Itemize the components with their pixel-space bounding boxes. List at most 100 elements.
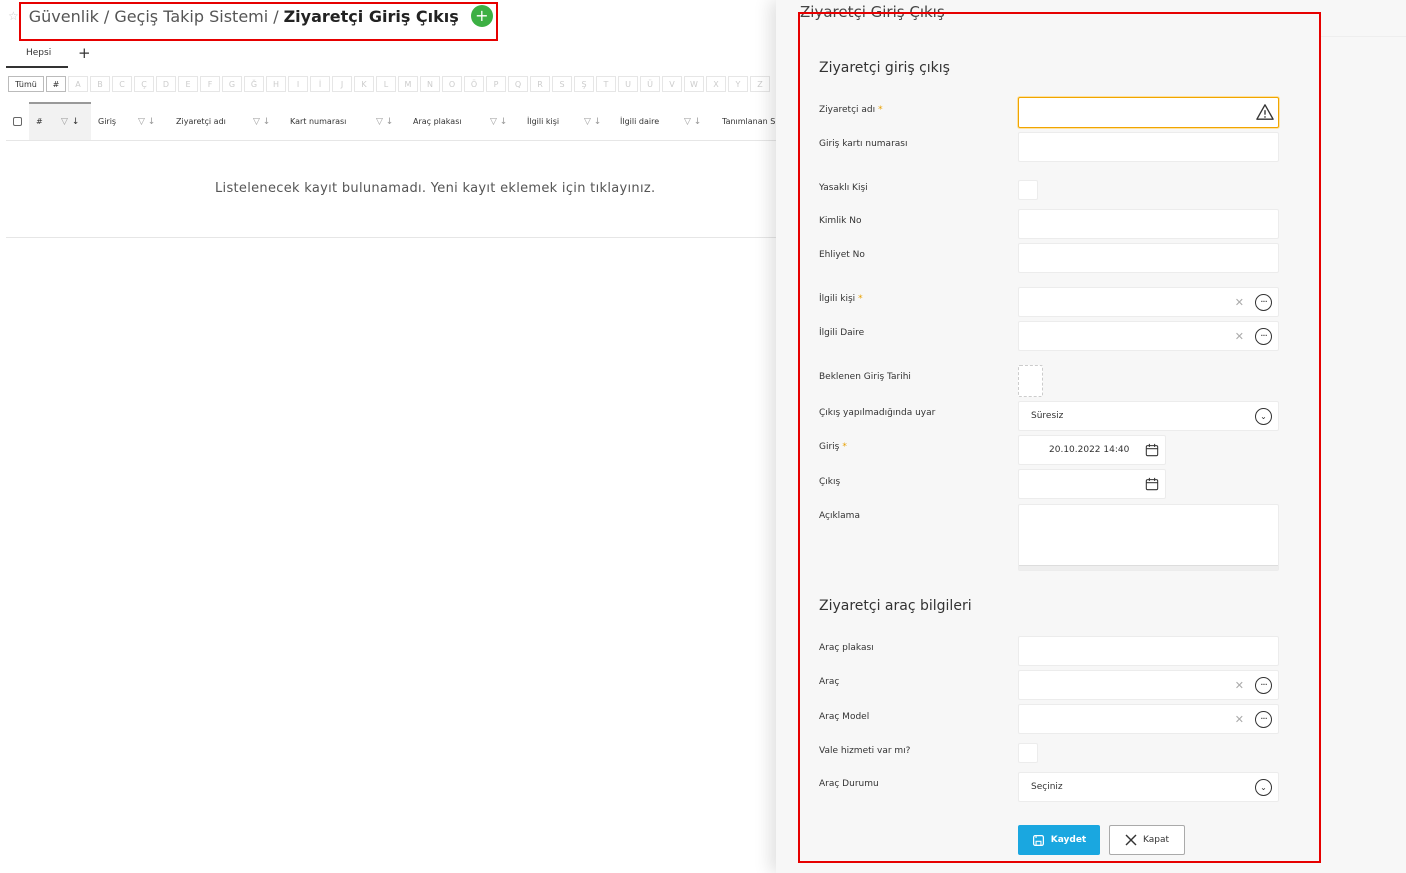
alphabet-filter-item[interactable]: O — [442, 76, 462, 92]
required-mark: * — [842, 442, 847, 452]
label-license-no: Ehliyet No — [819, 250, 865, 260]
exit-datetime-input[interactable] — [1018, 469, 1166, 499]
alphabet-filter-item[interactable]: H — [266, 76, 286, 92]
resize-handle[interactable] — [1019, 565, 1278, 570]
alphabet-filter-item[interactable]: G — [222, 76, 242, 92]
alphabet-filter-item[interactable]: C — [112, 76, 132, 92]
id-no-input[interactable] — [1018, 209, 1279, 239]
plate-input[interactable] — [1018, 636, 1279, 666]
close-icon — [1125, 834, 1137, 846]
alphabet-filter-item[interactable]: X — [706, 76, 726, 92]
add-tab-button[interactable]: + — [78, 44, 91, 62]
filter-icon[interactable]: ▽ ↓ — [684, 102, 705, 140]
alphabet-filter-item[interactable]: Ş — [574, 76, 594, 92]
alphabet-filter-item[interactable]: S — [552, 76, 572, 92]
clear-icon[interactable]: ✕ — [1235, 679, 1244, 692]
sort-filter-icons[interactable]: ▽ ↓ — [61, 102, 79, 140]
filter-icon[interactable]: ▽ ↓ — [253, 102, 274, 140]
calendar-icon[interactable] — [1145, 477, 1159, 491]
alphabet-filter-item[interactable]: P — [486, 76, 506, 92]
empty-list-message[interactable]: Listelenecek kayıt bulunamadı. Yeni kayı… — [215, 181, 655, 196]
valet-checkbox[interactable] — [1018, 743, 1038, 763]
close-button[interactable]: Kapat — [1109, 825, 1185, 855]
alphabet-filter-item[interactable]: F — [200, 76, 220, 92]
filter-icon[interactable]: ▽ ↓ — [490, 102, 511, 140]
banned-checkbox[interactable] — [1018, 180, 1038, 200]
star-icon[interactable]: ☆ — [8, 9, 19, 23]
alphabet-filter-item[interactable]: I — [288, 76, 308, 92]
breadcrumb-access-tracking[interactable]: Geçiş Takip Sistemi — [114, 7, 268, 26]
label-vehicle-status: Araç Durumu — [819, 779, 879, 789]
vehicle-status-select[interactable]: Seçiniz ⌄ — [1018, 772, 1279, 802]
filter-icon[interactable]: ▽ ↓ — [376, 102, 397, 140]
alphabet-filter-item[interactable]: M — [398, 76, 418, 92]
alphabet-filter-item[interactable]: Tümü — [8, 76, 44, 92]
add-record-button[interactable]: + — [470, 5, 493, 27]
alphabet-filter-item[interactable]: Ü — [640, 76, 660, 92]
alphabet-filter-item[interactable]: Z — [750, 76, 770, 92]
related-unit-lookup[interactable]: ✕ ··· — [1018, 321, 1279, 351]
column-header[interactable]: Kart numarası — [290, 102, 346, 140]
column-header[interactable]: Araç plakası — [413, 102, 462, 140]
card-number-input[interactable] — [1018, 132, 1279, 162]
more-options-icon[interactable]: ··· — [1255, 677, 1272, 694]
description-textarea[interactable] — [1018, 504, 1279, 571]
required-mark: * — [878, 105, 883, 115]
select-all-checkbox[interactable] — [13, 116, 22, 126]
alphabet-filter-item[interactable]: Ğ — [244, 76, 264, 92]
alphabet-filter-item[interactable]: L — [376, 76, 396, 92]
calendar-icon[interactable] — [1145, 443, 1159, 457]
chevron-down-icon[interactable]: ⌄ — [1255, 779, 1272, 796]
warn-no-exit-select[interactable]: Süresiz ⌄ — [1018, 401, 1279, 431]
alphabet-filter-item[interactable]: D — [156, 76, 176, 92]
more-options-icon[interactable]: ··· — [1255, 328, 1272, 345]
chevron-down-icon[interactable]: ⌄ — [1255, 408, 1272, 425]
alphabet-filter-item[interactable]: B — [90, 76, 110, 92]
filter-icon[interactable]: ▽ ↓ — [138, 102, 159, 140]
breadcrumb-security[interactable]: Güvenlik — [29, 7, 99, 26]
alphabet-filter-item[interactable]: # — [46, 76, 66, 92]
expected-date-input[interactable] — [1018, 365, 1043, 397]
more-options-icon[interactable]: ··· — [1255, 711, 1272, 728]
row-number-header: # — [36, 116, 43, 126]
save-button[interactable]: Kaydet — [1018, 825, 1100, 855]
more-options-icon[interactable]: ··· — [1255, 294, 1272, 311]
vehicle-model-lookup[interactable]: ✕ ··· — [1018, 704, 1279, 734]
alphabet-filter-item[interactable]: A — [68, 76, 88, 92]
label-text: İlgili kişi — [819, 294, 856, 304]
tab-all[interactable]: Hepsi — [6, 44, 68, 68]
visitor-name-input[interactable] — [1018, 97, 1279, 128]
alphabet-filter-item[interactable]: İ — [310, 76, 330, 92]
alphabet-filter-item[interactable]: Q — [508, 76, 528, 92]
alphabet-filter-item[interactable]: E — [178, 76, 198, 92]
entry-datetime-input[interactable]: 20.10.2022 14:40 — [1018, 435, 1166, 465]
label-visitor-name: Ziyaretçi adı * — [819, 105, 883, 115]
alphabet-filter-item[interactable]: K — [354, 76, 374, 92]
column-header[interactable]: Ziyaretçi adı — [176, 102, 226, 140]
clear-icon[interactable]: ✕ — [1235, 713, 1244, 726]
column-header[interactable]: Giriş — [98, 102, 116, 140]
label-banned: Yasaklı Kişi — [819, 183, 868, 193]
filter-icon[interactable]: ▽ ↓ — [584, 102, 605, 140]
license-no-input[interactable] — [1018, 243, 1279, 273]
vehicle-lookup[interactable]: ✕ ··· — [1018, 670, 1279, 700]
alphabet-filter-item[interactable]: R — [530, 76, 550, 92]
selected-value: Süresiz — [1031, 411, 1064, 421]
warning-icon — [1256, 104, 1274, 120]
alphabet-filter-item[interactable]: V — [662, 76, 682, 92]
alphabet-filter-item[interactable]: Ö — [464, 76, 484, 92]
column-header[interactable]: Tanımlanan S — [722, 102, 775, 140]
alphabet-filter-item[interactable]: W — [684, 76, 704, 92]
label-vehicle-model: Araç Model — [819, 712, 870, 722]
alphabet-filter-item[interactable]: T — [596, 76, 616, 92]
related-person-lookup[interactable]: ✕ ··· — [1018, 287, 1279, 317]
clear-icon[interactable]: ✕ — [1235, 296, 1244, 309]
alphabet-filter-item[interactable]: Ç — [134, 76, 154, 92]
column-header[interactable]: İlgili kişi — [527, 102, 559, 140]
alphabet-filter-item[interactable]: U — [618, 76, 638, 92]
column-header[interactable]: İlgili daire — [620, 102, 659, 140]
alphabet-filter-item[interactable]: Y — [728, 76, 748, 92]
clear-icon[interactable]: ✕ — [1235, 330, 1244, 343]
alphabet-filter-item[interactable]: N — [420, 76, 440, 92]
alphabet-filter-item[interactable]: J — [332, 76, 352, 92]
